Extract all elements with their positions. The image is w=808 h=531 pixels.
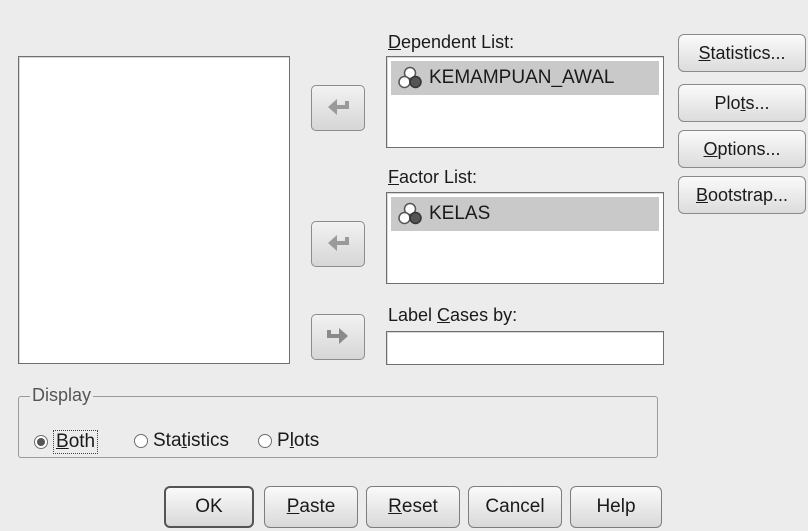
radio-plots-label: Plots — [277, 430, 320, 451]
reset-button[interactable]: Reset — [366, 486, 460, 528]
nominal-variable-icon — [398, 202, 422, 225]
move-to-factor-button[interactable] — [311, 221, 365, 267]
nominal-variable-icon — [398, 66, 422, 89]
radio-both-label: Both — [53, 430, 99, 454]
radio-unselected-icon — [134, 434, 148, 448]
options-button[interactable]: Options... — [678, 130, 806, 168]
dependent-list-label: Dependent List: — [388, 32, 515, 52]
arrow-left-icon — [328, 99, 349, 115]
radio-plots[interactable]: Plots — [258, 430, 319, 452]
label-cases-label: Label Cases by: — [388, 305, 518, 325]
factor-list[interactable]: KELAS — [386, 192, 664, 284]
source-variable-list[interactable] — [18, 56, 290, 364]
statistics-button[interactable]: Statistics... — [678, 34, 806, 72]
bootstrap-button[interactable]: Bootstrap... — [678, 176, 806, 214]
dependent-list[interactable]: KEMAMPUAN_AWAL — [386, 56, 664, 148]
cancel-button[interactable]: Cancel — [468, 486, 562, 528]
list-item-kelas[interactable]: KELAS — [391, 197, 659, 231]
radio-unselected-icon — [258, 434, 272, 448]
move-to-label-cases-button[interactable] — [311, 314, 365, 360]
arrow-left-icon — [328, 235, 349, 251]
display-group — [18, 396, 658, 458]
arrow-right-icon — [327, 328, 348, 344]
move-to-dependent-button[interactable] — [311, 85, 365, 131]
variable-name: KELAS — [429, 203, 491, 224]
paste-button[interactable]: Paste — [264, 486, 358, 528]
ok-button[interactable]: OK — [164, 486, 254, 528]
list-item-kemampuan-awal[interactable]: KEMAMPUAN_AWAL — [391, 61, 659, 95]
plots-button[interactable]: Plo t s... — [678, 84, 806, 122]
label-cases-field[interactable] — [386, 331, 664, 365]
factor-list-label: Factor List: — [388, 167, 478, 187]
radio-statistics-label: Statistics — [153, 430, 230, 451]
display-legend: Display — [30, 385, 94, 406]
radio-both[interactable]: Both — [34, 430, 99, 454]
radio-statistics[interactable]: Statistics — [134, 430, 229, 452]
radio-selected-icon — [34, 435, 48, 449]
variable-name: KEMAMPUAN_AWAL — [429, 67, 615, 88]
help-button[interactable]: Help — [570, 486, 662, 528]
